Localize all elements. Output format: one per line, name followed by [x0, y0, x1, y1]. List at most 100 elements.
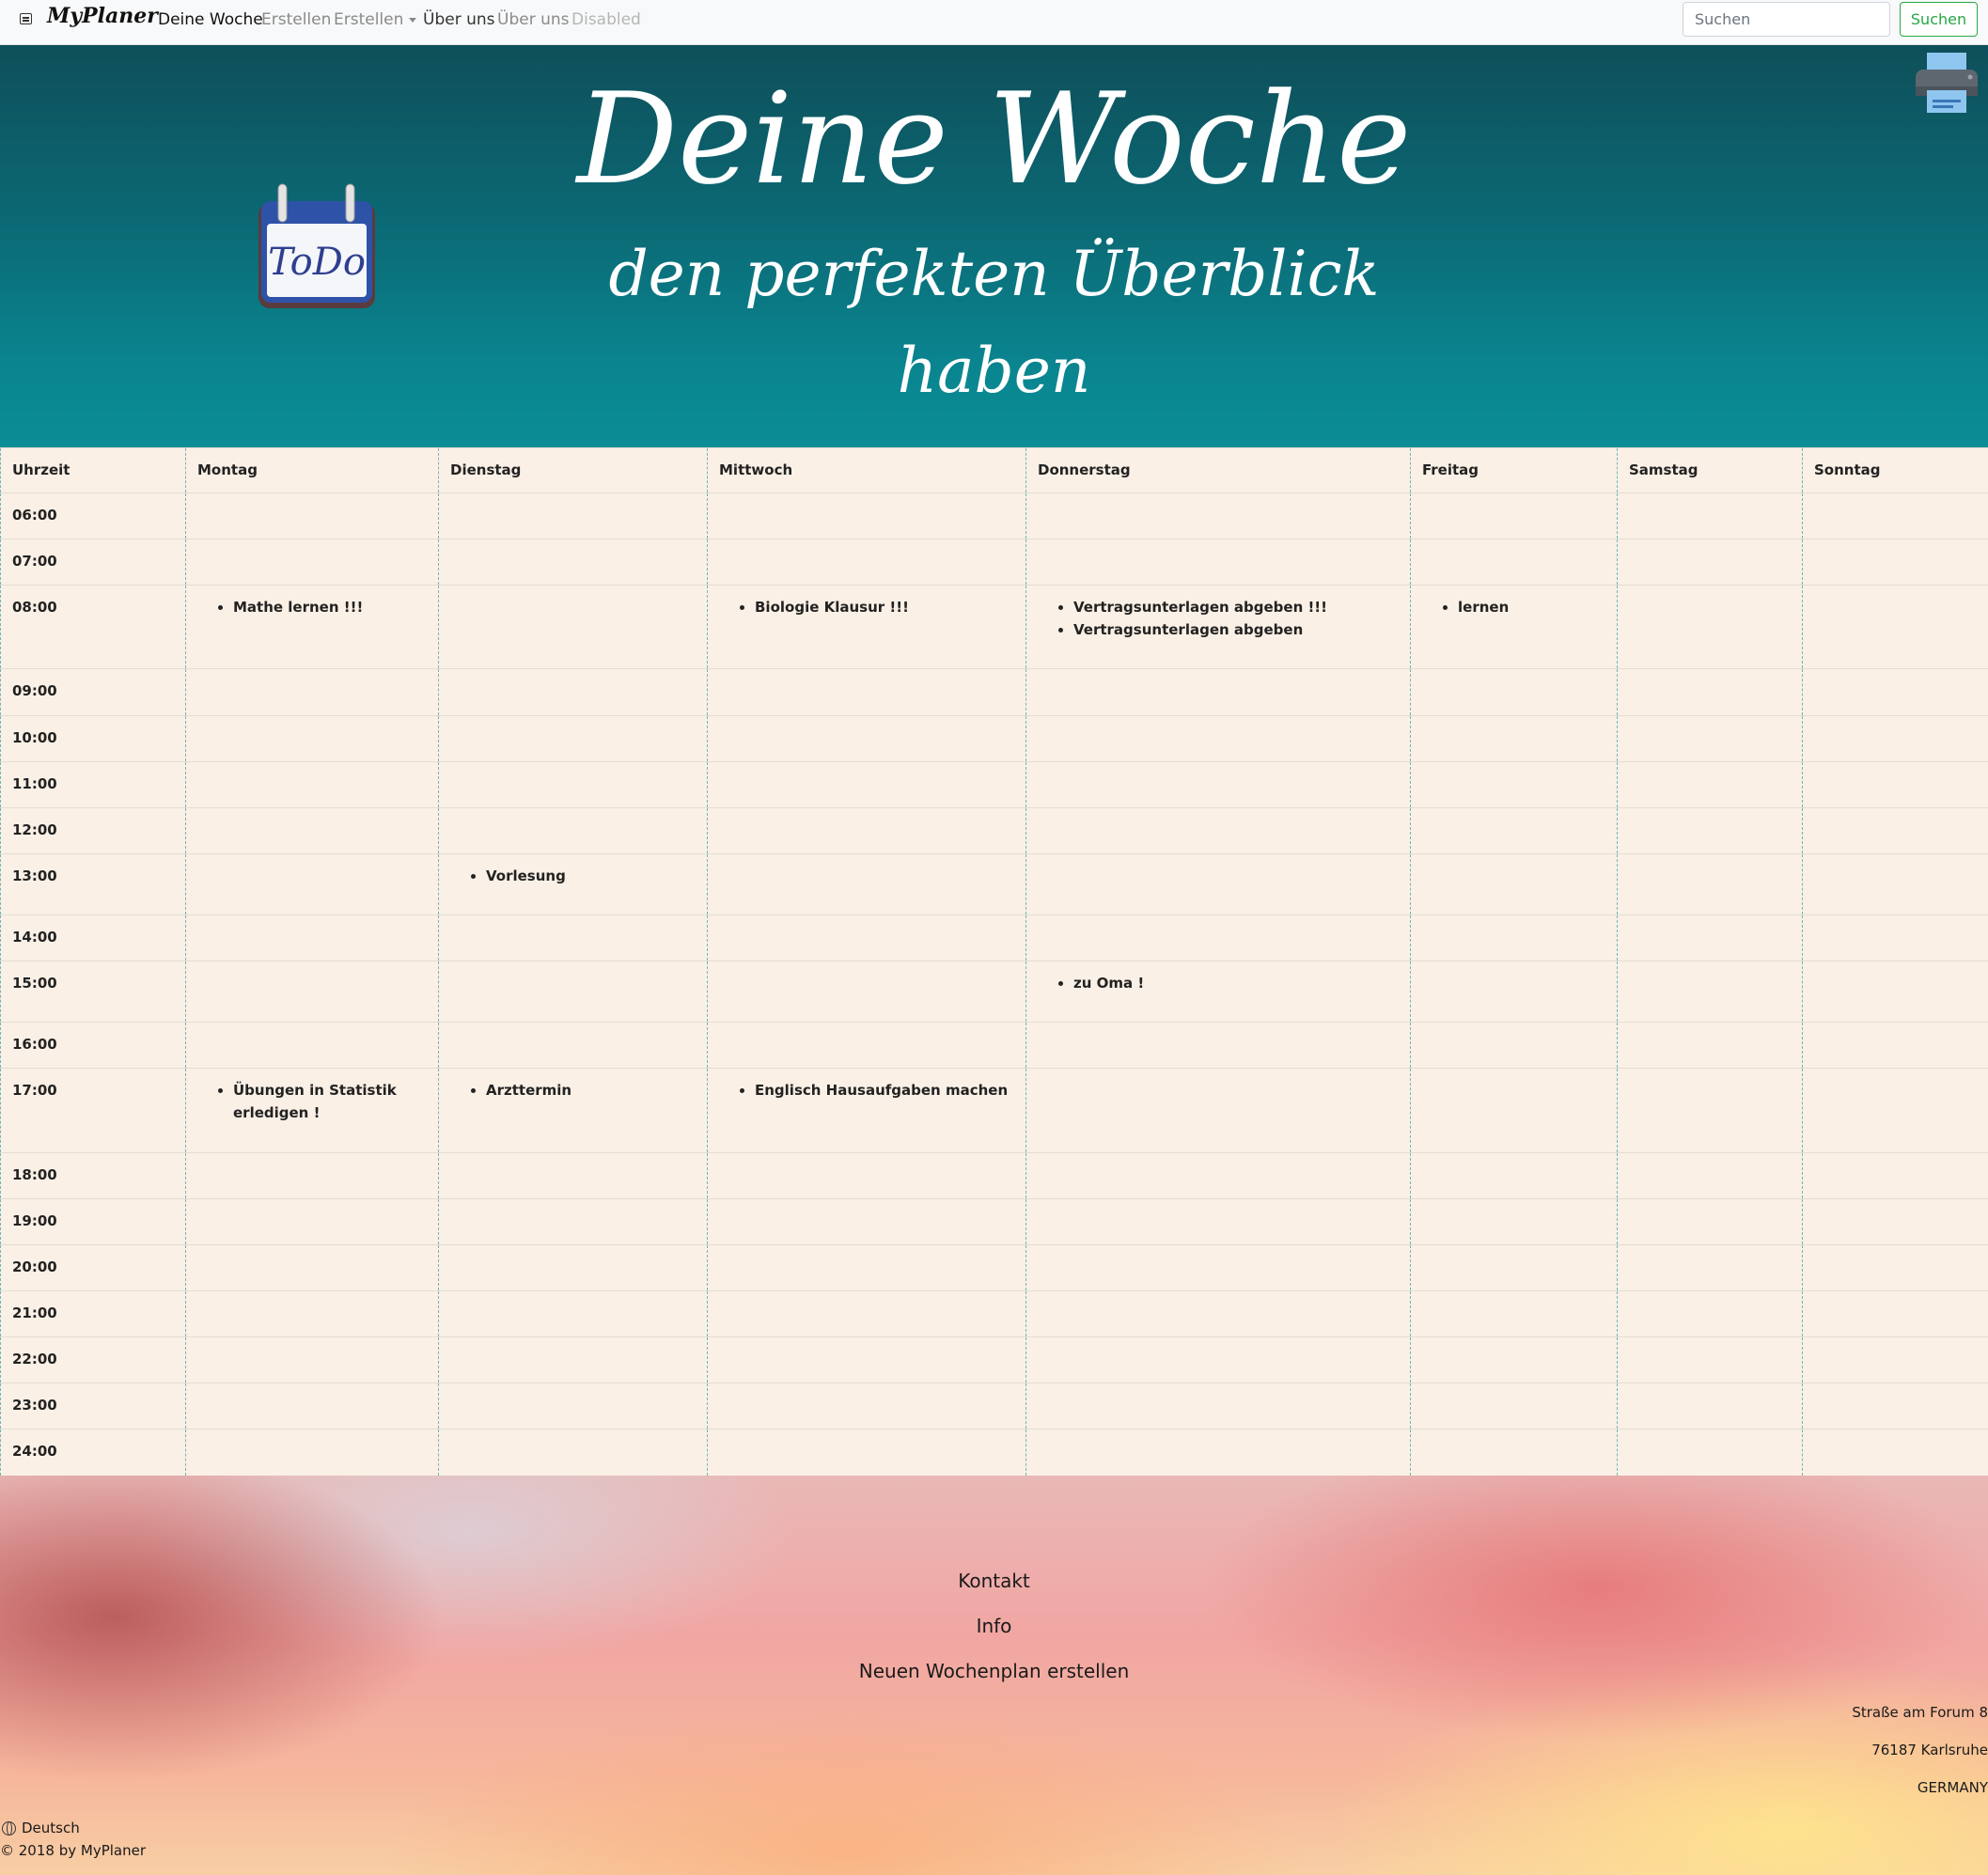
- schedule-cell[interactable]: [185, 539, 439, 586]
- schedule-cell[interactable]: [438, 1243, 708, 1291]
- schedule-cell[interactable]: [1802, 852, 1988, 915]
- schedule-cell[interactable]: [1802, 1243, 1988, 1291]
- schedule-cell[interactable]: [438, 668, 708, 716]
- schedule-cell[interactable]: [438, 914, 708, 961]
- schedule-cell[interactable]: [1802, 585, 1988, 669]
- schedule-cell[interactable]: [1410, 1383, 1618, 1430]
- schedule-cell[interactable]: [438, 1151, 708, 1199]
- schedule-cell[interactable]: [1802, 1197, 1988, 1245]
- schedule-cell[interactable]: [1802, 1151, 1988, 1199]
- schedule-cell[interactable]: Arzttermin: [438, 1068, 708, 1153]
- schedule-cell[interactable]: [1410, 852, 1618, 915]
- schedule-cell[interactable]: [1025, 1068, 1411, 1153]
- schedule-cell[interactable]: [1802, 1429, 1988, 1476]
- task-item[interactable]: Biologie Klausur !!!: [755, 596, 1014, 618]
- schedule-cell[interactable]: [1802, 492, 1988, 539]
- schedule-cell[interactable]: [1410, 806, 1618, 854]
- schedule-cell[interactable]: [185, 1022, 439, 1069]
- schedule-cell[interactable]: [1410, 1336, 1618, 1383]
- schedule-cell[interactable]: [438, 961, 708, 1023]
- schedule-cell[interactable]: [707, 852, 1026, 915]
- schedule-cell[interactable]: [1025, 668, 1411, 716]
- schedule-cell[interactable]: [707, 1429, 1026, 1476]
- nav-erstellen-dropdown[interactable]: Erstellen: [334, 10, 417, 29]
- schedule-cell[interactable]: [1617, 714, 1803, 762]
- schedule-cell[interactable]: [1025, 1243, 1411, 1291]
- schedule-cell[interactable]: [1617, 914, 1803, 961]
- schedule-cell[interactable]: [1802, 539, 1988, 586]
- schedule-cell[interactable]: [1410, 1151, 1618, 1199]
- schedule-cell[interactable]: [438, 539, 708, 586]
- schedule-cell[interactable]: [185, 1336, 439, 1383]
- schedule-cell[interactable]: [438, 806, 708, 854]
- schedule-cell[interactable]: [1410, 1243, 1618, 1291]
- schedule-cell[interactable]: [1025, 1289, 1411, 1337]
- schedule-cell[interactable]: [1410, 492, 1618, 539]
- schedule-cell[interactable]: [185, 668, 439, 716]
- schedule-cell[interactable]: [1025, 1336, 1411, 1383]
- schedule-cell[interactable]: [1025, 1429, 1411, 1476]
- nav-erstellen[interactable]: Erstellen: [261, 10, 331, 29]
- schedule-cell[interactable]: [1025, 806, 1411, 854]
- schedule-cell[interactable]: [1617, 539, 1803, 586]
- schedule-cell[interactable]: [1410, 1429, 1618, 1476]
- schedule-cell[interactable]: [1410, 1289, 1618, 1337]
- schedule-cell[interactable]: [185, 760, 439, 808]
- schedule-cell[interactable]: [1617, 1429, 1803, 1476]
- schedule-cell[interactable]: [1410, 1022, 1618, 1069]
- task-item[interactable]: Übungen in Statistik erledigen !: [233, 1079, 427, 1124]
- schedule-cell[interactable]: [707, 914, 1026, 961]
- schedule-cell[interactable]: [1802, 1068, 1988, 1153]
- schedule-cell[interactable]: [1025, 492, 1411, 539]
- schedule-cell[interactable]: Mathe lernen !!!: [185, 585, 439, 669]
- schedule-cell[interactable]: [1410, 1197, 1618, 1245]
- menu-icon[interactable]: [20, 13, 32, 24]
- schedule-cell[interactable]: [438, 1383, 708, 1430]
- schedule-cell[interactable]: [1025, 760, 1411, 808]
- footer-link-info[interactable]: Info: [0, 1615, 1988, 1637]
- schedule-cell[interactable]: [1025, 1383, 1411, 1430]
- schedule-cell[interactable]: [438, 1197, 708, 1245]
- schedule-cell[interactable]: [185, 852, 439, 915]
- schedule-cell[interactable]: [1617, 961, 1803, 1023]
- search-button[interactable]: Suchen: [1900, 2, 1978, 37]
- schedule-cell[interactable]: [707, 539, 1026, 586]
- schedule-cell[interactable]: [438, 1289, 708, 1337]
- schedule-cell[interactable]: Vertragsunterlagen abgeben !!!Vertragsun…: [1025, 585, 1411, 669]
- schedule-cell[interactable]: [1617, 668, 1803, 716]
- schedule-cell[interactable]: [438, 714, 708, 762]
- schedule-cell[interactable]: [185, 806, 439, 854]
- schedule-cell[interactable]: [185, 961, 439, 1023]
- schedule-cell[interactable]: [1617, 852, 1803, 915]
- footer-link-kontakt[interactable]: Kontakt: [0, 1570, 1988, 1592]
- task-item[interactable]: Mathe lernen !!!: [233, 596, 427, 618]
- schedule-cell[interactable]: [1617, 1336, 1803, 1383]
- schedule-cell[interactable]: [1410, 714, 1618, 762]
- schedule-cell[interactable]: [707, 714, 1026, 762]
- print-icon[interactable]: [1914, 51, 1980, 115]
- schedule-cell[interactable]: [1802, 961, 1988, 1023]
- schedule-cell[interactable]: Vorlesung: [438, 852, 708, 915]
- schedule-cell[interactable]: [1617, 585, 1803, 669]
- schedule-cell[interactable]: [185, 1243, 439, 1291]
- schedule-cell[interactable]: Biologie Klausur !!!: [707, 585, 1026, 669]
- schedule-cell[interactable]: [438, 760, 708, 808]
- schedule-cell[interactable]: [1617, 1022, 1803, 1069]
- schedule-cell[interactable]: [707, 492, 1026, 539]
- schedule-cell[interactable]: [1617, 492, 1803, 539]
- schedule-cell[interactable]: [707, 806, 1026, 854]
- schedule-cell[interactable]: [1025, 1151, 1411, 1199]
- schedule-cell[interactable]: [1802, 1022, 1988, 1069]
- language-selector[interactable]: Deutsch: [2, 1820, 80, 1836]
- schedule-cell[interactable]: [1410, 914, 1618, 961]
- schedule-cell[interactable]: [1802, 1289, 1988, 1337]
- task-item[interactable]: Vorlesung: [486, 865, 696, 887]
- schedule-cell[interactable]: [707, 1022, 1026, 1069]
- schedule-cell[interactable]: [1802, 1383, 1988, 1430]
- schedule-cell[interactable]: [1802, 1336, 1988, 1383]
- schedule-cell[interactable]: [1617, 1197, 1803, 1245]
- schedule-cell[interactable]: [185, 1429, 439, 1476]
- footer-link-new-plan[interactable]: Neuen Wochenplan erstellen: [0, 1660, 1988, 1682]
- task-item[interactable]: lernen: [1458, 596, 1605, 618]
- schedule-cell[interactable]: Englisch Hausaufgaben machen: [707, 1068, 1026, 1153]
